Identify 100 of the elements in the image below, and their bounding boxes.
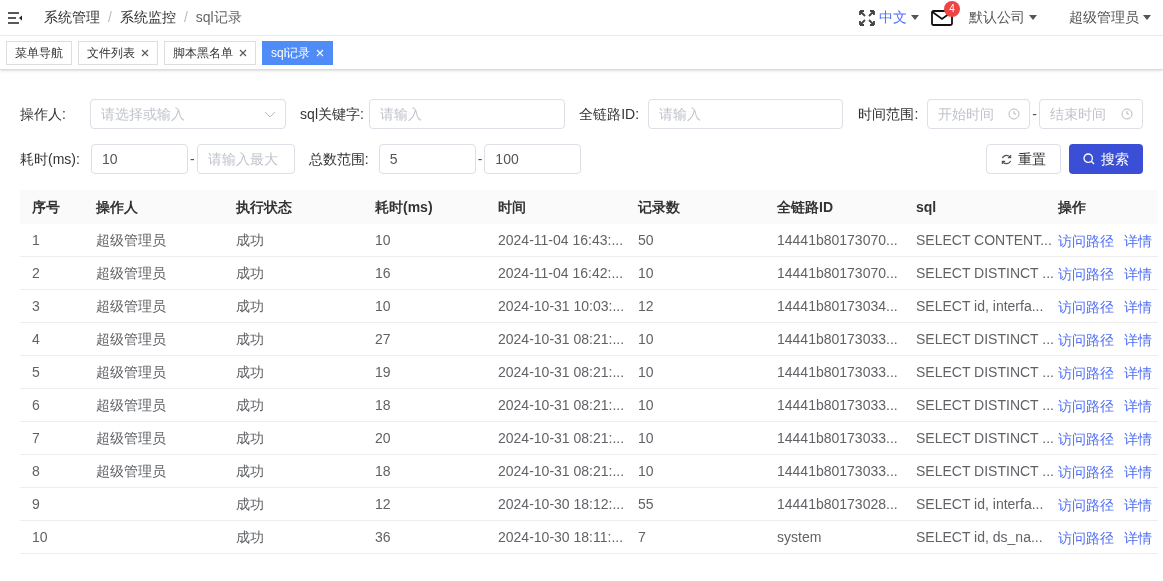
table-cell: 2024-10-31 08:21:... <box>498 396 625 413</box>
table-cell: 成功 <box>236 462 264 479</box>
field-label: 时间范围: <box>858 104 920 124</box>
table-cell: 超级管理员 <box>96 396 166 413</box>
table-cell: 14441b80173070... <box>777 231 898 248</box>
table-cell: 2024-10-30 18:12:... <box>498 495 625 512</box>
input-field[interactable]: 请输入 <box>647 99 844 129</box>
table-cell: SELECT DISTINCT ... <box>916 396 1054 413</box>
column-header: sql <box>916 197 938 217</box>
table-cell: 4 <box>32 330 40 347</box>
table-cell: 10 <box>638 264 654 281</box>
action-link[interactable]: 详情 <box>1124 494 1152 516</box>
table-cell: 10 <box>638 429 654 446</box>
input-field[interactable]: 100 <box>484 144 582 174</box>
user-dropdown[interactable]: 超级管理员 <box>1069 7 1151 28</box>
input-field[interactable]: 10 <box>91 144 188 174</box>
table-cell: 超级管理员 <box>96 363 166 380</box>
table-cell: 2 <box>32 264 40 281</box>
table-cell: 14441b80173033... <box>777 396 898 413</box>
action-link[interactable]: 详情 <box>1124 329 1152 351</box>
field-label: 总数范围: <box>308 149 370 169</box>
action-link[interactable]: 详情 <box>1124 395 1152 417</box>
table-cell: SELECT DISTINCT ... <box>916 462 1054 479</box>
table-cell: SELECT DISTINCT ... <box>916 264 1054 281</box>
field-label: 耗时(ms): <box>20 149 81 169</box>
table-cell: 成功 <box>236 297 264 314</box>
action-link[interactable]: 访问路径 <box>1058 428 1114 450</box>
table-cell: 成功 <box>236 330 264 347</box>
action-link[interactable]: 详情 <box>1124 296 1152 318</box>
close-icon[interactable] <box>239 48 247 57</box>
action-link[interactable]: 详情 <box>1124 527 1152 549</box>
tab[interactable]: sql记录 <box>262 40 334 65</box>
input-field[interactable]: 5 <box>378 144 476 174</box>
reset-button[interactable]: 重置 <box>986 144 1061 174</box>
action-link[interactable]: 访问路径 <box>1058 296 1114 318</box>
table-cell: 55 <box>638 495 654 512</box>
action-link[interactable]: 访问路径 <box>1058 461 1114 483</box>
language-dropdown[interactable]: 中文 <box>879 7 919 28</box>
column-header: 操作人 <box>96 197 139 217</box>
input-field[interactable]: 请选择或输入 <box>89 99 287 129</box>
table-cell: 成功 <box>236 495 264 512</box>
input-field[interactable]: 请输入最大 <box>196 144 295 174</box>
action-link[interactable]: 详情 <box>1124 263 1152 285</box>
table-cell: 14441b80173033... <box>777 462 898 479</box>
search-icon <box>1083 153 1095 165</box>
column-header: 执行状态 <box>236 197 293 217</box>
menu-fold-icon[interactable] <box>8 11 22 24</box>
table-cell: 18 <box>375 396 391 413</box>
table-cell: system <box>777 528 822 545</box>
table-cell: 50 <box>638 231 654 248</box>
table-cell: 3 <box>32 297 40 314</box>
action-link[interactable]: 详情 <box>1124 461 1152 483</box>
table-cell: 5 <box>32 363 40 380</box>
table-cell: 10 <box>638 396 654 413</box>
table-cell: SELECT DISTINCT ... <box>916 363 1054 380</box>
input-field[interactable]: 请输入 <box>368 99 566 129</box>
breadcrumb-item[interactable]: 系统管理 <box>44 7 100 28</box>
fullscreen-icon[interactable] <box>859 9 875 26</box>
company-dropdown[interactable]: 默认公司 <box>969 7 1037 28</box>
column-header: 全链路ID <box>777 197 834 217</box>
tab[interactable]: 脚本黑名单 <box>164 40 256 65</box>
table-cell: 10 <box>32 528 48 545</box>
table-cell: 9 <box>32 495 40 512</box>
input-field[interactable]: 结束时间 <box>1038 99 1143 129</box>
table-cell: 10 <box>375 231 391 248</box>
action-link[interactable]: 详情 <box>1124 230 1152 252</box>
action-link[interactable]: 访问路径 <box>1058 263 1114 285</box>
action-link[interactable]: 详情 <box>1124 362 1152 384</box>
table-cell: 7 <box>638 528 646 545</box>
tab[interactable]: 菜单导航 <box>6 40 72 65</box>
table-cell: SELECT DISTINCT ... <box>916 429 1054 446</box>
table-cell: SELECT id, ds_na... <box>916 528 1043 545</box>
table-cell: 成功 <box>236 396 264 413</box>
input-field[interactable]: 开始时间 <box>927 99 1031 129</box>
table-cell: 36 <box>375 528 391 545</box>
table-cell: 超级管理员 <box>96 429 166 446</box>
table-cell: 8 <box>32 462 40 479</box>
action-link[interactable]: 访问路径 <box>1058 395 1114 417</box>
action-link[interactable]: 访问路径 <box>1058 329 1114 351</box>
caret-icon <box>1029 15 1037 20</box>
search-button[interactable]: 搜索 <box>1069 144 1143 174</box>
breadcrumb-item[interactable]: 系统监控 <box>119 7 176 28</box>
close-icon[interactable] <box>141 48 149 57</box>
table-cell: 2024-10-31 10:03:... <box>498 297 625 314</box>
column-header: 时间 <box>498 197 527 217</box>
table-cell: 27 <box>375 330 391 347</box>
action-link[interactable]: 访问路径 <box>1058 362 1114 384</box>
action-link[interactable]: 访问路径 <box>1058 230 1114 252</box>
action-link[interactable]: 访问路径 <box>1058 527 1114 549</box>
action-link[interactable]: 访问路径 <box>1058 494 1114 516</box>
table-cell: SELECT id, interfa... <box>916 297 1044 314</box>
table-cell: 14441b80173028... <box>777 495 898 512</box>
column-header: 耗时(ms) <box>375 197 434 217</box>
range-separator: - <box>189 149 196 169</box>
table-cell: 6 <box>32 396 40 413</box>
table-cell: 10 <box>375 297 391 314</box>
table-cell: 2024-10-30 18:11:... <box>498 528 624 545</box>
action-link[interactable]: 详情 <box>1124 428 1152 450</box>
table-cell: 2024-10-31 08:21:... <box>498 462 625 479</box>
tab[interactable]: 文件列表 <box>78 40 158 65</box>
